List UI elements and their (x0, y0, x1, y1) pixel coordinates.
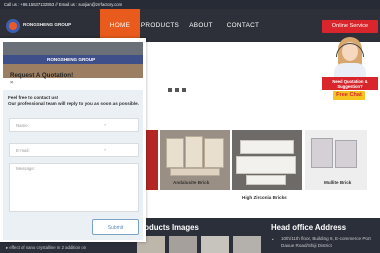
quotation-prompt[interactable]: Need Quotation & Suggestion? (322, 77, 378, 90)
form-intro: Feel free to contact us! Our professiona… (8, 95, 142, 108)
name-field[interactable]: Name: * (9, 118, 139, 132)
footer-news-text: effect of nano crystalline m 2 addition … (9, 245, 87, 250)
contact-topbar: Call us : +86.15537132853 // Email us : … (0, 0, 380, 9)
free-chat-button[interactable]: Free Chat (333, 91, 365, 100)
product-label-zirconia[interactable]: High Zirconia Bricks (242, 195, 287, 200)
carousel-next-arrow[interactable] (368, 130, 380, 190)
nav-contact[interactable]: CONTACT (222, 9, 264, 42)
footer-office-heading: Head office Address (271, 223, 347, 232)
online-service-button[interactable]: Online Service (322, 20, 378, 33)
product-tile-zirconia[interactable] (232, 130, 302, 190)
carousel-dot[interactable] (168, 88, 172, 92)
logo-mark-icon (6, 19, 20, 33)
modal-title: Request A Quotation! (10, 72, 74, 79)
footer-thumbnail[interactable] (201, 236, 229, 253)
footer-address: 10th/11th floor, Building 6, E-commerce … (281, 236, 371, 248)
name-placeholder: Name: (16, 123, 29, 128)
email-placeholder: E-mail: (16, 148, 30, 153)
nav-products[interactable]: PRODUCTS (140, 9, 180, 42)
location-icon: • (272, 237, 274, 242)
footer-news-link[interactable]: ▸ effect of nano crystalline m 2 additio… (6, 245, 86, 251)
quotation-line-2: Suggestion? (337, 83, 363, 89)
message-placeholder: Message: (16, 166, 36, 171)
product-label-andalusite[interactable]: Andalusite Brick (173, 180, 209, 185)
site-logo[interactable]: RONGSHENG GROUP (6, 17, 96, 35)
required-mark: * (104, 148, 106, 153)
photo-sign-text: RONGSHENG GROUP (47, 56, 96, 62)
form-intro-line-2: Our professional team will reply to you … (8, 101, 139, 107)
close-icon[interactable]: × (10, 80, 13, 86)
required-mark: * (104, 123, 106, 128)
logo-text: RONGSHENG GROUP (23, 22, 72, 27)
footer-thumbnail[interactable] (233, 236, 261, 253)
support-agent-image (330, 33, 370, 77)
product-label-mullite[interactable]: Mullite Brick (324, 180, 351, 185)
message-field[interactable]: Message: (9, 163, 139, 212)
carousel-dot[interactable] (182, 88, 186, 92)
submit-button[interactable]: Submit (92, 219, 139, 235)
email-field[interactable]: E-mail: * (9, 143, 139, 157)
nav-about[interactable]: ABOUT (182, 9, 220, 42)
carousel-dot[interactable] (175, 88, 179, 92)
footer-thumbnail[interactable] (169, 236, 197, 253)
